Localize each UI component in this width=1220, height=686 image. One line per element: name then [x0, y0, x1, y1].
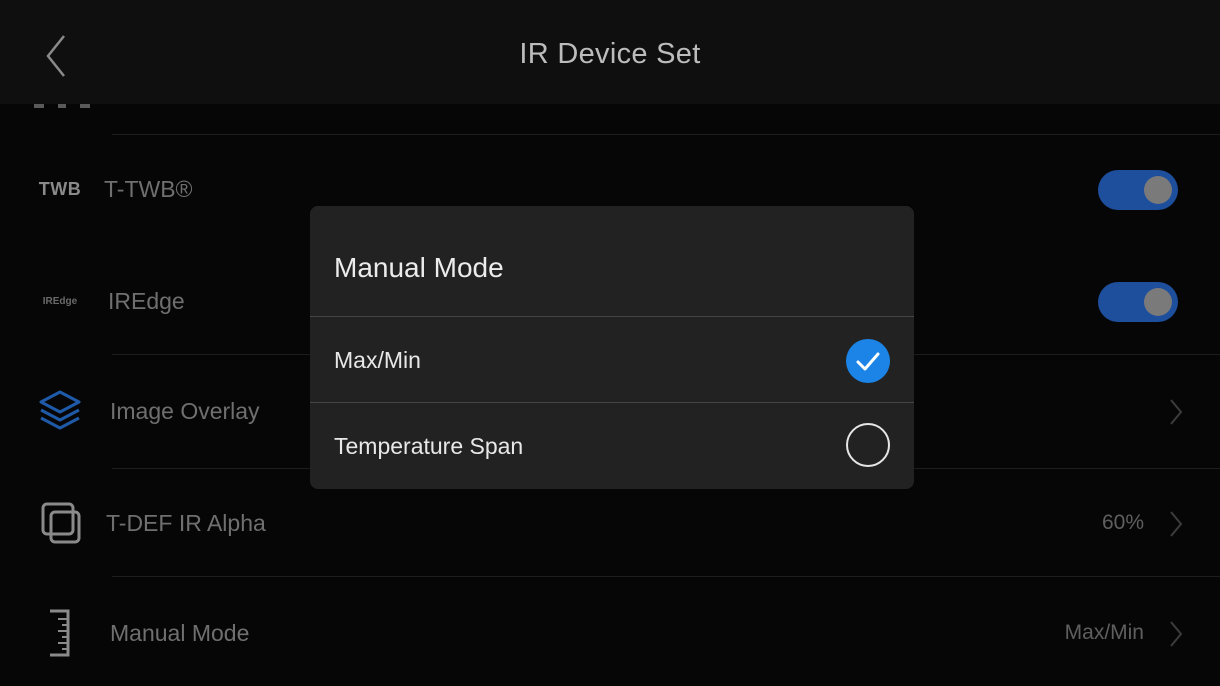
ruler-icon	[22, 588, 98, 678]
setting-value-manual-mode: Max/Min	[1064, 621, 1144, 644]
setting-label-twb: T-TWB®	[104, 176, 193, 202]
setting-label-manual-mode: Manual Mode	[110, 620, 250, 646]
toggle-knob	[1144, 176, 1172, 204]
toggle-knob	[1144, 288, 1172, 316]
chevron-right-icon	[1170, 621, 1183, 647]
iredge-icon: IREdge	[42, 295, 78, 307]
option-max-min[interactable]: Max/Min	[310, 317, 914, 403]
chevron-right-icon	[1170, 511, 1183, 537]
chevron-right-icon	[1170, 399, 1183, 425]
twb-toggle[interactable]	[1098, 170, 1178, 210]
overlap-squares-icon	[22, 478, 98, 568]
manual-mode-dialog: Manual Mode Max/Min Temperature Span	[310, 206, 914, 489]
setting-label-ir-alpha: T-DEF IR Alpha	[106, 510, 266, 536]
radio-checked-icon[interactable]	[846, 339, 890, 383]
option-label: Temperature Span	[334, 433, 524, 459]
setting-row-ir-alpha[interactable]: T-DEF IR Alpha 60%	[0, 478, 1220, 568]
top-bar: IR Device Set	[0, 0, 1220, 104]
option-temperature-span[interactable]: Temperature Span	[310, 403, 914, 489]
iredge-toggle[interactable]	[1098, 282, 1178, 322]
setting-label-iredge: IREdge	[108, 288, 185, 314]
list-divider	[112, 576, 1220, 577]
list-divider	[112, 134, 1220, 135]
twb-icon: TWB	[38, 178, 82, 199]
dialog-title: Manual Mode	[334, 252, 504, 283]
page-title: IR Device Set	[519, 38, 701, 70]
setting-label-image-overlay: Image Overlay	[110, 398, 260, 424]
radio-unchecked-icon[interactable]	[846, 423, 890, 467]
option-label: Max/Min	[334, 347, 421, 373]
setting-value-ir-alpha: 60%	[1101, 511, 1144, 534]
scrolled-item-icon	[34, 104, 90, 108]
setting-row-manual-mode[interactable]: Manual Mode Max/Min	[0, 588, 1220, 678]
layers-icon	[22, 366, 98, 456]
